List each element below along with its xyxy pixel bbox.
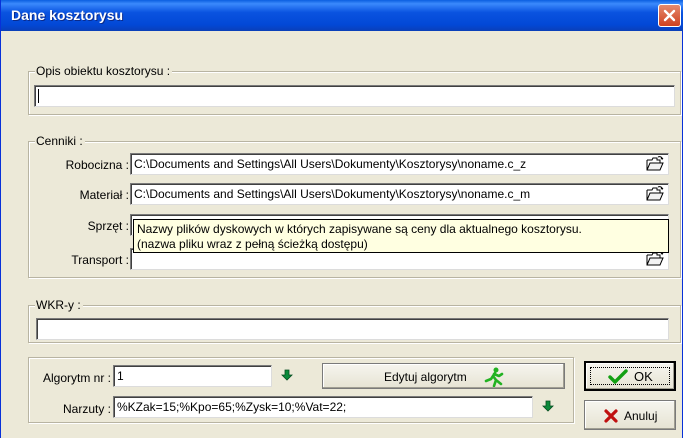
close-icon [663, 9, 676, 22]
algorytm-value: 1 [117, 369, 124, 383]
opis-input[interactable] [34, 85, 675, 107]
ok-button[interactable]: OK [584, 361, 676, 391]
wkr-legend: WKR-y : [35, 298, 83, 312]
algorytm-dropdown-button[interactable] [281, 369, 293, 381]
algorytm-input[interactable]: 1 [113, 365, 272, 387]
narzuty-value: %KZak=15;%Kpo=65;%Zysk=10;%Vat=22; [117, 400, 347, 414]
running-man-icon [484, 367, 504, 387]
material-value: C:\Documents and Settings\All Users\Doku… [134, 187, 531, 201]
robocizna-label: Robocizna : [65, 158, 129, 172]
open-folder-icon [646, 156, 664, 171]
material-input[interactable]: C:\Documents and Settings\All Users\Doku… [130, 183, 669, 205]
red-x-icon [604, 409, 618, 423]
algorytm-label: Algorytm nr : [42, 371, 111, 385]
edit-algorithm-button[interactable]: Edytuj algorytm [322, 363, 565, 389]
tooltip: Nazwy plików dyskowych w których zapisyw… [133, 219, 669, 253]
tooltip-line-2: (nazwa pliku wraz z pełną ścieżką dostęp… [137, 237, 368, 251]
tooltip-line-1: Nazwy plików dyskowych w których zapisyw… [137, 222, 582, 236]
narzuty-dropdown-button[interactable] [542, 400, 554, 412]
close-button[interactable] [658, 4, 681, 27]
transport-label: Transport : [71, 253, 129, 267]
wkr-input[interactable] [36, 318, 669, 340]
text-caret [38, 89, 39, 103]
dialog-window: Dane kosztorysu Opis obiektu kosztorysu … [0, 0, 683, 438]
robocizna-browse-button[interactable] [644, 154, 666, 174]
material-label: Materiał : [79, 188, 129, 202]
narzuty-label: Narzuty : [62, 402, 111, 416]
open-folder-icon [646, 251, 664, 266]
cenniki-legend: Cenniki : [35, 134, 85, 148]
robocizna-input[interactable]: C:\Documents and Settings\All Users\Doku… [130, 153, 669, 175]
robocizna-value: C:\Documents and Settings\All Users\Doku… [134, 157, 527, 171]
sprzet-label: Sprzęt : [87, 219, 129, 233]
cancel-button[interactable]: Anuluj [584, 400, 676, 430]
material-browse-button[interactable] [644, 184, 666, 204]
window-title: Dane kosztorysu [11, 7, 124, 23]
focus-rectangle [590, 367, 670, 385]
opis-legend: Opis obiektu kosztorysu : [35, 64, 173, 78]
ok-label: OK [634, 369, 653, 384]
edit-algorithm-label: Edytuj algorytm [384, 370, 467, 384]
title-bar[interactable]: Dane kosztorysu [1, 0, 683, 31]
narzuty-input[interactable]: %KZak=15;%Kpo=65;%Zysk=10;%Vat=22; [113, 396, 533, 418]
green-down-arrow-icon [281, 369, 293, 381]
cancel-label: Anuluj [624, 409, 658, 423]
green-checkmark-icon [608, 369, 628, 384]
green-down-arrow-icon [542, 400, 554, 412]
open-folder-icon [646, 186, 664, 201]
